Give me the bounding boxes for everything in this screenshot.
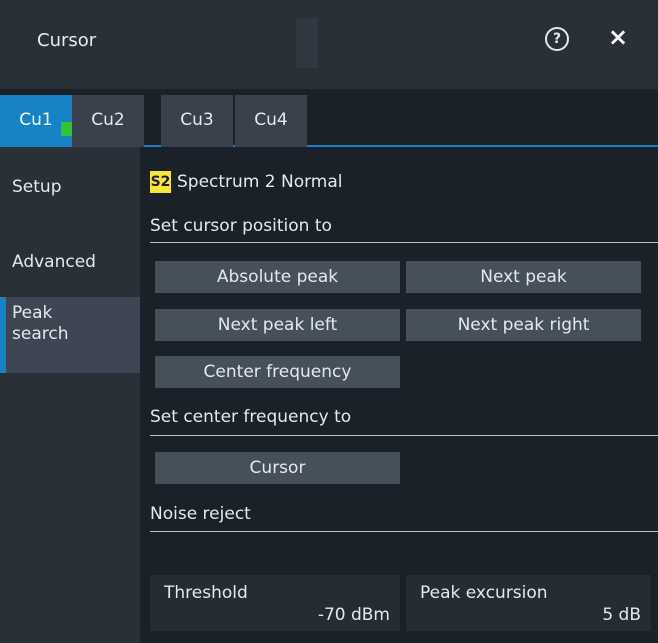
section-heading: Set cursor position to bbox=[150, 216, 332, 236]
peak-search-panel: S2 Spectrum 2 Normal Set cursor position… bbox=[140, 147, 658, 643]
tab-label: Cu3 bbox=[180, 110, 214, 130]
peak-excursion-field[interactable]: Peak excursion 5 dB bbox=[406, 575, 651, 631]
title-bar: Cursor ? × bbox=[0, 0, 658, 89]
threshold-label: Threshold bbox=[164, 583, 248, 603]
divider bbox=[150, 435, 658, 436]
tab-label: Cu4 bbox=[254, 110, 288, 130]
sidebar-item-label: Setup bbox=[12, 177, 62, 197]
sidebar-item-setup[interactable]: Setup bbox=[0, 147, 140, 223]
tab-label: Cu1 bbox=[19, 110, 53, 130]
sidebar-item-label: Peak search bbox=[12, 303, 69, 344]
section-heading: Noise reject bbox=[150, 504, 251, 524]
tab-cu2[interactable]: Cu2 bbox=[72, 95, 144, 147]
cursor-dialog: Cursor ? × Cu1 Cu2 Cu3 Cu4 Setup Advance… bbox=[0, 0, 658, 643]
peak-excursion-label: Peak excursion bbox=[420, 583, 548, 603]
help-icon[interactable]: ? bbox=[545, 27, 569, 51]
sidebar-item-peak-search[interactable]: Peak search bbox=[0, 297, 140, 373]
source-name: Spectrum 2 Normal bbox=[177, 172, 343, 192]
next-peak-left-button[interactable]: Next peak left bbox=[155, 309, 400, 341]
cursor-button[interactable]: Cursor bbox=[155, 452, 400, 484]
peak-excursion-value: 5 dB bbox=[602, 605, 641, 625]
absolute-peak-button[interactable]: Absolute peak bbox=[155, 261, 400, 293]
threshold-field[interactable]: Threshold -70 dBm bbox=[150, 575, 400, 631]
active-accent bbox=[0, 297, 6, 373]
next-peak-button[interactable]: Next peak bbox=[406, 261, 641, 293]
tab-cu1[interactable]: Cu1 bbox=[0, 95, 72, 147]
tab-cu3[interactable]: Cu3 bbox=[161, 95, 233, 147]
sidebar: Setup Advanced Peak search bbox=[0, 147, 140, 643]
cursor-tabs: Cu1 Cu2 Cu3 Cu4 bbox=[0, 89, 658, 147]
next-peak-right-button[interactable]: Next peak right bbox=[406, 309, 641, 341]
close-icon[interactable]: × bbox=[608, 25, 628, 49]
section-heading: Set center frequency to bbox=[150, 407, 352, 427]
sidebar-item-label: Advanced bbox=[12, 252, 96, 272]
title-bar-handle[interactable] bbox=[296, 18, 318, 68]
sidebar-item-advanced[interactable]: Advanced bbox=[0, 223, 140, 299]
dialog-title: Cursor bbox=[37, 30, 97, 51]
source-badge: S2 bbox=[150, 171, 171, 193]
center-frequency-button[interactable]: Center frequency bbox=[155, 356, 400, 388]
tab-cu4[interactable]: Cu4 bbox=[235, 95, 307, 147]
divider bbox=[150, 531, 658, 532]
threshold-value: -70 dBm bbox=[317, 605, 390, 625]
tab-label: Cu2 bbox=[91, 110, 125, 130]
divider bbox=[150, 242, 658, 243]
